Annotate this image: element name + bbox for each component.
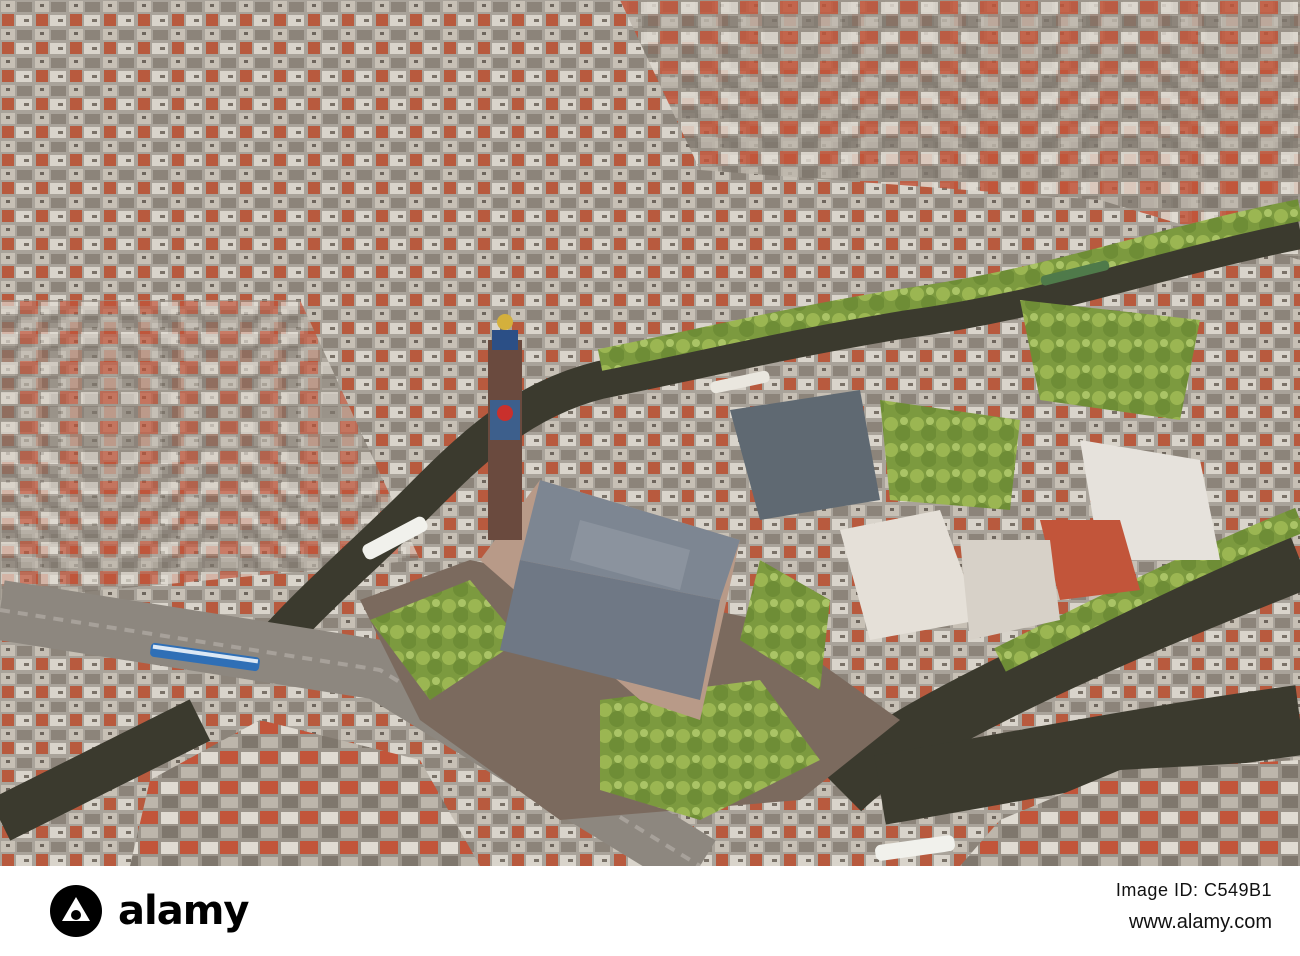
image-id: Image ID: C549B1 [1115, 880, 1272, 900]
alamy-logo: alamy [48, 876, 249, 946]
alamy-wordmark: alamy [118, 888, 249, 934]
alamy-mark-icon [50, 885, 102, 937]
image-meta: Image ID: C549B1 www.alamy.com [1116, 880, 1272, 934]
aerial-city-photo [0, 0, 1300, 866]
site-url: www.alamy.com [1129, 911, 1272, 933]
alamy-watermark-banner: alamy Image ID: C549B1 www.alamy.com [0, 866, 1300, 956]
